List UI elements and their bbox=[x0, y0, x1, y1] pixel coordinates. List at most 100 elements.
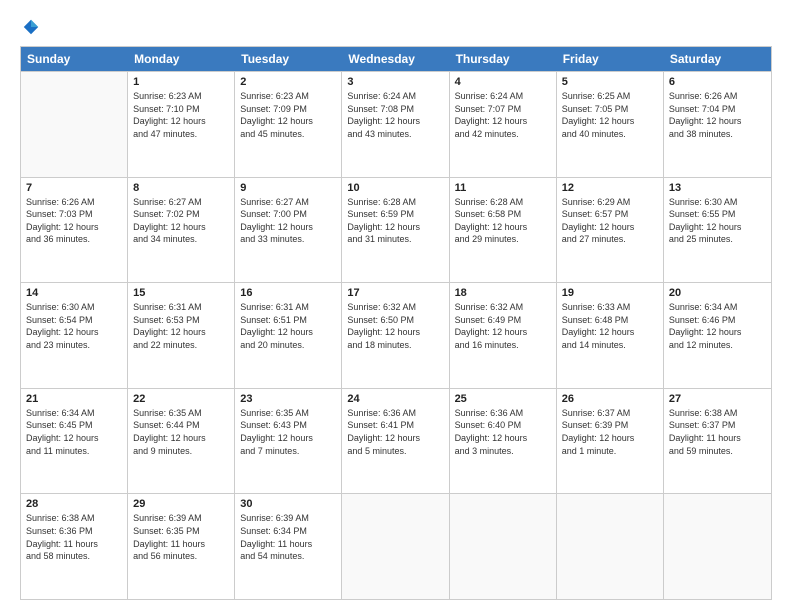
day-info: Sunrise: 6:23 AM Sunset: 7:10 PM Dayligh… bbox=[133, 90, 229, 140]
day-info: Sunrise: 6:31 AM Sunset: 6:51 PM Dayligh… bbox=[240, 301, 336, 351]
calendar-day-19: 19 Sunrise: 6:33 AM Sunset: 6:48 PM Dayli… bbox=[557, 283, 664, 388]
day-info: Sunrise: 6:34 AM Sunset: 6:46 PM Dayligh… bbox=[669, 301, 766, 351]
calendar-day-8: 8 Sunrise: 6:27 AM Sunset: 7:02 PM Daylig… bbox=[128, 178, 235, 283]
calendar-day-3: 3 Sunrise: 6:24 AM Sunset: 7:08 PM Daylig… bbox=[342, 72, 449, 177]
calendar-day-30: 30 Sunrise: 6:39 AM Sunset: 6:34 PM Dayli… bbox=[235, 494, 342, 599]
day-info: Sunrise: 6:39 AM Sunset: 6:35 PM Dayligh… bbox=[133, 512, 229, 562]
day-number: 22 bbox=[133, 393, 229, 405]
weekday-header-tuesday: Tuesday bbox=[235, 47, 342, 71]
calendar-day-9: 9 Sunrise: 6:27 AM Sunset: 7:00 PM Daylig… bbox=[235, 178, 342, 283]
calendar-day-14: 14 Sunrise: 6:30 AM Sunset: 6:54 PM Dayli… bbox=[21, 283, 128, 388]
day-number: 13 bbox=[669, 182, 766, 194]
calendar-day-16: 16 Sunrise: 6:31 AM Sunset: 6:51 PM Dayli… bbox=[235, 283, 342, 388]
calendar-day-12: 12 Sunrise: 6:29 AM Sunset: 6:57 PM Dayli… bbox=[557, 178, 664, 283]
logo bbox=[20, 18, 40, 36]
calendar-day-4: 4 Sunrise: 6:24 AM Sunset: 7:07 PM Daylig… bbox=[450, 72, 557, 177]
day-info: Sunrise: 6:35 AM Sunset: 6:44 PM Dayligh… bbox=[133, 407, 229, 457]
logo-icon bbox=[22, 18, 40, 36]
calendar-day-28: 28 Sunrise: 6:38 AM Sunset: 6:36 PM Dayli… bbox=[21, 494, 128, 599]
day-number: 11 bbox=[455, 182, 551, 194]
day-info: Sunrise: 6:34 AM Sunset: 6:45 PM Dayligh… bbox=[26, 407, 122, 457]
day-number: 24 bbox=[347, 393, 443, 405]
day-info: Sunrise: 6:24 AM Sunset: 7:07 PM Dayligh… bbox=[455, 90, 551, 140]
calendar-body: 1 Sunrise: 6:23 AM Sunset: 7:10 PM Daylig… bbox=[21, 71, 771, 599]
day-number: 6 bbox=[669, 76, 766, 88]
day-info: Sunrise: 6:36 AM Sunset: 6:40 PM Dayligh… bbox=[455, 407, 551, 457]
day-info: Sunrise: 6:26 AM Sunset: 7:04 PM Dayligh… bbox=[669, 90, 766, 140]
day-info: Sunrise: 6:38 AM Sunset: 6:37 PM Dayligh… bbox=[669, 407, 766, 457]
weekday-header-sunday: Sunday bbox=[21, 47, 128, 71]
day-number: 4 bbox=[455, 76, 551, 88]
day-info: Sunrise: 6:28 AM Sunset: 6:58 PM Dayligh… bbox=[455, 196, 551, 246]
calendar-day-17: 17 Sunrise: 6:32 AM Sunset: 6:50 PM Dayli… bbox=[342, 283, 449, 388]
weekday-header-monday: Monday bbox=[128, 47, 235, 71]
calendar-day-18: 18Sunrise: 6:32 AM Sunset: 6:49 PM Dayli… bbox=[450, 283, 557, 388]
day-number: 7 bbox=[26, 182, 122, 194]
day-info: Sunrise: 6:25 AM Sunset: 7:05 PM Dayligh… bbox=[562, 90, 658, 140]
day-number: 17 bbox=[347, 287, 443, 299]
calendar-day-13: 13Sunrise: 6:30 AM Sunset: 6:55 PM Dayli… bbox=[664, 178, 771, 283]
calendar-week-2: 7 Sunrise: 6:26 AM Sunset: 7:03 PM Daylig… bbox=[21, 177, 771, 283]
calendar-day-empty-4 bbox=[450, 494, 557, 599]
day-info: Sunrise: 6:36 AM Sunset: 6:41 PM Dayligh… bbox=[347, 407, 443, 457]
day-info: Sunrise: 6:24 AM Sunset: 7:08 PM Dayligh… bbox=[347, 90, 443, 140]
calendar-day-5: 5Sunrise: 6:25 AM Sunset: 7:05 PM Daylig… bbox=[557, 72, 664, 177]
day-number: 25 bbox=[455, 393, 551, 405]
day-info: Sunrise: 6:27 AM Sunset: 7:00 PM Dayligh… bbox=[240, 196, 336, 246]
calendar-day-22: 22 Sunrise: 6:35 AM Sunset: 6:44 PM Dayli… bbox=[128, 389, 235, 494]
weekday-header-saturday: Saturday bbox=[664, 47, 771, 71]
calendar-day-7: 7 Sunrise: 6:26 AM Sunset: 7:03 PM Daylig… bbox=[21, 178, 128, 283]
day-number: 16 bbox=[240, 287, 336, 299]
weekday-header-friday: Friday bbox=[557, 47, 664, 71]
calendar-day-11: 11 Sunrise: 6:28 AM Sunset: 6:58 PM Dayli… bbox=[450, 178, 557, 283]
day-number: 20 bbox=[669, 287, 766, 299]
day-number: 23 bbox=[240, 393, 336, 405]
calendar-header: SundayMondayTuesdayWednesdayThursdayFrid… bbox=[21, 47, 771, 71]
day-info: Sunrise: 6:23 AM Sunset: 7:09 PM Dayligh… bbox=[240, 90, 336, 140]
calendar-week-3: 14 Sunrise: 6:30 AM Sunset: 6:54 PM Dayli… bbox=[21, 282, 771, 388]
calendar-day-empty-0 bbox=[21, 72, 128, 177]
day-number: 12 bbox=[562, 182, 658, 194]
calendar-week-4: 21 Sunrise: 6:34 AM Sunset: 6:45 PM Dayli… bbox=[21, 388, 771, 494]
calendar-day-2: 2Sunrise: 6:23 AM Sunset: 7:09 PM Daylig… bbox=[235, 72, 342, 177]
calendar-day-15: 15Sunrise: 6:31 AM Sunset: 6:53 PM Dayli… bbox=[128, 283, 235, 388]
page: SundayMondayTuesdayWednesdayThursdayFrid… bbox=[0, 0, 792, 612]
calendar-day-27: 27 Sunrise: 6:38 AM Sunset: 6:37 PM Dayli… bbox=[664, 389, 771, 494]
day-number: 29 bbox=[133, 498, 229, 510]
day-info: Sunrise: 6:30 AM Sunset: 6:54 PM Dayligh… bbox=[26, 301, 122, 351]
calendar-day-empty-3 bbox=[342, 494, 449, 599]
day-info: Sunrise: 6:29 AM Sunset: 6:57 PM Dayligh… bbox=[562, 196, 658, 246]
day-number: 14 bbox=[26, 287, 122, 299]
day-number: 26 bbox=[562, 393, 658, 405]
day-info: Sunrise: 6:26 AM Sunset: 7:03 PM Dayligh… bbox=[26, 196, 122, 246]
calendar: SundayMondayTuesdayWednesdayThursdayFrid… bbox=[20, 46, 772, 600]
day-number: 8 bbox=[133, 182, 229, 194]
day-info: Sunrise: 6:28 AM Sunset: 6:59 PM Dayligh… bbox=[347, 196, 443, 246]
calendar-day-empty-6 bbox=[664, 494, 771, 599]
day-info: Sunrise: 6:39 AM Sunset: 6:34 PM Dayligh… bbox=[240, 512, 336, 562]
day-number: 30 bbox=[240, 498, 336, 510]
calendar-week-1: 1 Sunrise: 6:23 AM Sunset: 7:10 PM Daylig… bbox=[21, 71, 771, 177]
day-number: 28 bbox=[26, 498, 122, 510]
calendar-day-26: 26 Sunrise: 6:37 AM Sunset: 6:39 PM Dayli… bbox=[557, 389, 664, 494]
day-number: 9 bbox=[240, 182, 336, 194]
weekday-header-thursday: Thursday bbox=[450, 47, 557, 71]
day-info: Sunrise: 6:37 AM Sunset: 6:39 PM Dayligh… bbox=[562, 407, 658, 457]
day-number: 1 bbox=[133, 76, 229, 88]
calendar-day-1: 1 Sunrise: 6:23 AM Sunset: 7:10 PM Daylig… bbox=[128, 72, 235, 177]
day-info: Sunrise: 6:38 AM Sunset: 6:36 PM Dayligh… bbox=[26, 512, 122, 562]
header bbox=[20, 18, 772, 36]
day-info: Sunrise: 6:32 AM Sunset: 6:50 PM Dayligh… bbox=[347, 301, 443, 351]
day-number: 27 bbox=[669, 393, 766, 405]
calendar-day-25: 25 Sunrise: 6:36 AM Sunset: 6:40 PM Dayli… bbox=[450, 389, 557, 494]
day-info: Sunrise: 6:33 AM Sunset: 6:48 PM Dayligh… bbox=[562, 301, 658, 351]
calendar-day-23: 23Sunrise: 6:35 AM Sunset: 6:43 PM Dayli… bbox=[235, 389, 342, 494]
calendar-day-24: 24 Sunrise: 6:36 AM Sunset: 6:41 PM Dayli… bbox=[342, 389, 449, 494]
day-number: 21 bbox=[26, 393, 122, 405]
day-number: 15 bbox=[133, 287, 229, 299]
day-number: 10 bbox=[347, 182, 443, 194]
calendar-week-5: 28 Sunrise: 6:38 AM Sunset: 6:36 PM Dayli… bbox=[21, 493, 771, 599]
day-number: 3 bbox=[347, 76, 443, 88]
day-number: 19 bbox=[562, 287, 658, 299]
day-info: Sunrise: 6:27 AM Sunset: 7:02 PM Dayligh… bbox=[133, 196, 229, 246]
